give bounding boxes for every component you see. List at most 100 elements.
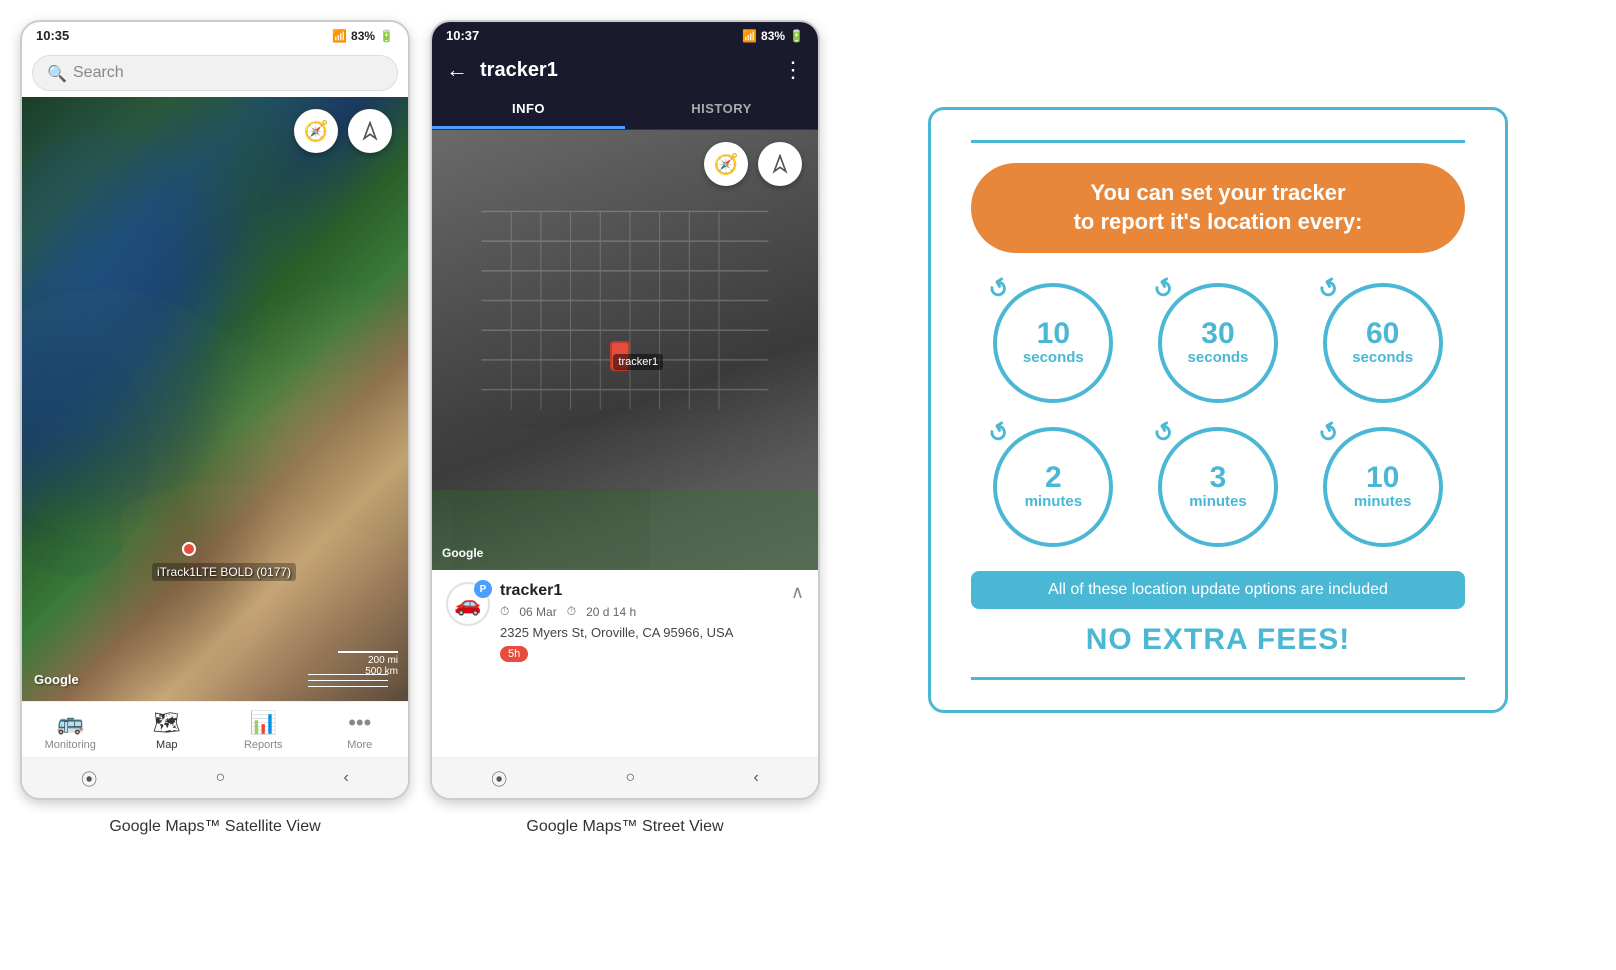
more-options-icon[interactable]: ⋮ bbox=[782, 57, 804, 83]
android-back-btn[interactable]: ‹ bbox=[344, 769, 349, 787]
tracker-info-text: tracker1 ⏱ 06 Mar ⏱ 20 d 14 h 2325 Myers… bbox=[500, 582, 804, 662]
phone1-status-icons: 📶 83% 🔋 bbox=[332, 29, 394, 43]
tracker-date: 06 Mar bbox=[519, 605, 556, 619]
infographic-title: You can set your tracker to report it's … bbox=[971, 163, 1465, 252]
phone2-tab-bar: INFO HISTORY bbox=[432, 91, 818, 130]
tracker-label: iTrack1LTE BOLD (0177) bbox=[152, 563, 296, 581]
scale-bar: 200 mi 500 km bbox=[338, 651, 398, 677]
timer-icon: ⏱ bbox=[567, 604, 576, 619]
arrow-icon-3: ↺ bbox=[1313, 272, 1345, 307]
search-bar-area: 🔍 Search bbox=[22, 49, 408, 97]
signal-icon: 📶 bbox=[332, 29, 347, 43]
nav-map[interactable]: 🗺 Map bbox=[137, 710, 197, 751]
scale-line bbox=[338, 651, 398, 653]
circle-60-seconds: ↺ 60 seconds bbox=[1323, 283, 1443, 403]
back-button[interactable]: ← bbox=[446, 57, 468, 83]
satellite-map-bg: 🧭 iTrack1LTE BOLD (0177) Google 200 mi bbox=[22, 97, 408, 701]
reports-icon: 📊 bbox=[250, 710, 277, 736]
tracker-info-header: 🚗 P tracker1 ⏱ 06 Mar ⏱ 20 d 14 h 2325 M… bbox=[446, 582, 804, 662]
circles-row-1: ↺ 10 seconds ↺ 30 seconds ↺ 60 seconds bbox=[971, 283, 1465, 403]
arrow-icon-1: ↺ bbox=[983, 272, 1015, 307]
compass-button[interactable]: 🧭 bbox=[294, 109, 338, 153]
scale-500km: 500 km bbox=[338, 666, 398, 677]
aerial-google-watermark: Google bbox=[442, 546, 483, 560]
monitoring-icon: 🚌 bbox=[57, 710, 84, 736]
navigation-button[interactable] bbox=[348, 109, 392, 153]
circles-row-2: ↺ 2 minutes ↺ 3 minutes ↺ 10 minutes bbox=[971, 427, 1465, 547]
phone2-android-bar: ⦿ ○ ‹ bbox=[432, 757, 818, 798]
chevron-up-icon[interactable]: ∧ bbox=[791, 582, 804, 603]
arrow-icon-2: ↺ bbox=[1148, 272, 1180, 307]
aerial-map[interactable]: 🧭 tracker1 Google bbox=[432, 130, 818, 570]
search-input-text[interactable]: Search bbox=[73, 64, 124, 82]
battery-icon: 🔋 bbox=[379, 29, 394, 43]
tracker-meta: ⏱ 06 Mar ⏱ 20 d 14 h bbox=[500, 604, 804, 619]
android-home-btn[interactable]: ○ bbox=[216, 769, 226, 787]
tracker-badge: 5h bbox=[500, 646, 528, 662]
phone2-screen: 10:37 📶 83% 🔋 ← tracker1 ⋮ INFO HISTORY bbox=[430, 20, 820, 800]
phone1-caption: Google Maps™ Satellite View bbox=[109, 818, 320, 836]
circle-3-minutes: ↺ 3 minutes bbox=[1158, 427, 1278, 547]
aerial-tracker-label: tracker1 bbox=[613, 354, 663, 370]
phone2-status-icons: 📶 83% 🔋 bbox=[742, 28, 804, 43]
phone1-status-bar: 10:35 📶 83% 🔋 bbox=[22, 22, 408, 49]
phone2-status-bar: 10:37 📶 83% 🔋 bbox=[432, 22, 818, 49]
tab-info[interactable]: INFO bbox=[432, 91, 625, 129]
phone2-battery-icon: 🔋 bbox=[789, 29, 804, 43]
nav-reports[interactable]: 📊 Reports bbox=[233, 710, 293, 751]
circle-30-seconds: ↺ 30 seconds bbox=[1158, 283, 1278, 403]
tracker-marker bbox=[182, 542, 196, 556]
tracker-name-label: tracker1 bbox=[500, 582, 804, 600]
infographic-panel: You can set your tracker to report it's … bbox=[840, 20, 1596, 800]
phone2-caption: Google Maps™ Street View bbox=[526, 818, 723, 836]
tracker-title: tracker1 bbox=[480, 59, 770, 82]
nav-monitoring[interactable]: 🚌 Monitoring bbox=[40, 710, 100, 751]
search-bar[interactable]: 🔍 Search bbox=[32, 55, 398, 91]
android-navigation-bar: ⦿ ○ ‹ bbox=[22, 757, 408, 798]
avatar-p-badge: P bbox=[474, 580, 492, 598]
monitoring-label: Monitoring bbox=[45, 739, 96, 751]
phone1-time: 10:35 bbox=[36, 28, 69, 43]
circle-10-minutes: ↺ 10 minutes bbox=[1323, 427, 1443, 547]
phone1-screen: 10:35 📶 83% 🔋 🔍 Search bbox=[20, 20, 410, 800]
aerial-compass-button[interactable]: 🧭 bbox=[704, 142, 748, 186]
tracker-avatar: 🚗 P bbox=[446, 582, 490, 626]
android-menu-btn[interactable]: ⦿ bbox=[81, 766, 97, 790]
arrow-icon-6: ↺ bbox=[1313, 416, 1345, 451]
scale-200mi: 200 mi bbox=[338, 655, 398, 666]
phone2-back-btn[interactable]: ‹ bbox=[754, 769, 759, 787]
clock-icon: ⏱ bbox=[500, 604, 509, 619]
more-icon: ••• bbox=[348, 710, 371, 736]
phone2-menu-btn[interactable]: ⦿ bbox=[491, 766, 507, 790]
no-extra-fees: NO EXTRA FEES! bbox=[971, 623, 1465, 657]
more-label: More bbox=[347, 739, 372, 751]
tab-history[interactable]: HISTORY bbox=[625, 91, 818, 129]
phone2-time: 10:37 bbox=[446, 28, 479, 43]
map-label: Map bbox=[156, 739, 177, 751]
reports-label: Reports bbox=[244, 739, 283, 751]
bottom-divider bbox=[971, 677, 1465, 680]
tracker-address: 2325 Myers St, Oroville, CA 95966, USA bbox=[500, 625, 804, 640]
phone2-header: ← tracker1 ⋮ bbox=[432, 49, 818, 91]
nav-more[interactable]: ••• More bbox=[330, 710, 390, 751]
arrow-icon-5: ↺ bbox=[1148, 416, 1180, 451]
google-watermark: Google bbox=[34, 672, 79, 687]
phone2-battery: 83% bbox=[761, 29, 785, 43]
infographic-content: You can set your tracker to report it's … bbox=[928, 107, 1508, 712]
arrow-icon-4: ↺ bbox=[983, 416, 1015, 451]
aerial-nav-button[interactable] bbox=[758, 142, 802, 186]
phone2-signal-icon: 📶 bbox=[742, 29, 757, 43]
bottom-navigation: 🚌 Monitoring 🗺 Map 📊 Reports ••• More bbox=[22, 701, 408, 757]
info-panel: 🚗 P tracker1 ⏱ 06 Mar ⏱ 20 d 14 h 2325 M… bbox=[432, 570, 818, 757]
map-icon: 🗺 bbox=[153, 710, 181, 736]
satellite-map[interactable]: 🧭 iTrack1LTE BOLD (0177) Google 200 mi bbox=[22, 97, 408, 701]
included-badge: All of these location update options are… bbox=[971, 571, 1465, 609]
battery-text: 83% bbox=[351, 29, 375, 43]
circle-10-seconds: ↺ 10 seconds bbox=[993, 283, 1113, 403]
phone2-home-btn[interactable]: ○ bbox=[626, 769, 636, 787]
top-divider bbox=[971, 140, 1465, 143]
tracker-duration: 20 d 14 h bbox=[586, 605, 636, 619]
search-icon: 🔍 bbox=[47, 64, 65, 82]
aerial-map-bg: 🧭 tracker1 Google bbox=[432, 130, 818, 570]
terrain-overlay bbox=[22, 97, 408, 701]
